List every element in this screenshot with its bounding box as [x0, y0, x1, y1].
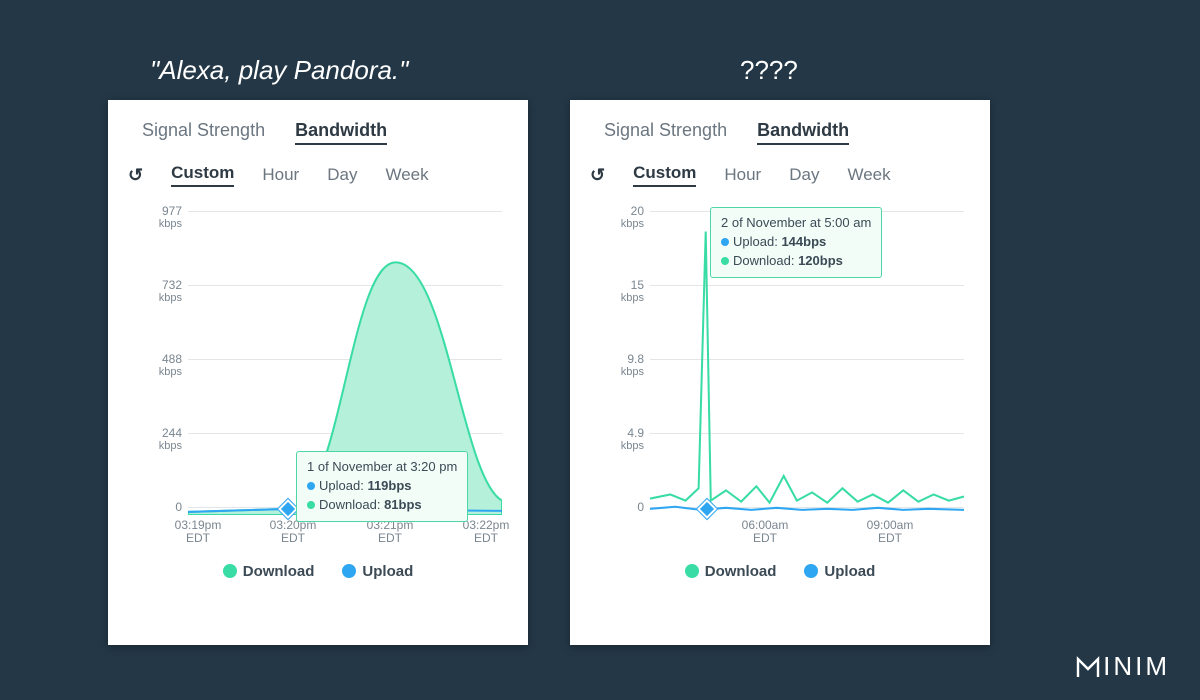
range-custom[interactable]: Custom	[633, 163, 696, 187]
bandwidth-card-left: Signal Strength Bandwidth ↺ Custom Hour …	[108, 100, 528, 645]
download-swatch-icon	[685, 564, 699, 578]
bandwidth-card-right: Signal Strength Bandwidth ↺ Custom Hour …	[570, 100, 990, 645]
legend-download[interactable]: Download	[223, 563, 315, 580]
caption-right: ????	[740, 55, 798, 86]
legend: Download Upload	[590, 563, 970, 580]
tooltip-time: 1 of November at 3:20 pm	[307, 458, 457, 477]
tooltip-upload-label: Upload:	[733, 234, 778, 249]
y-unit: kbps	[621, 440, 644, 452]
upload-swatch-icon	[804, 564, 818, 578]
legend-upload[interactable]: Upload	[342, 563, 413, 580]
brand-mark-icon	[1075, 654, 1101, 680]
y-tick: 20	[631, 204, 644, 218]
y-unit: kbps	[159, 218, 182, 230]
y-tick: 732	[162, 278, 182, 292]
range-day[interactable]: Day	[327, 165, 357, 185]
y-tick: 4.9	[627, 426, 644, 440]
metric-tabs: Signal Strength Bandwidth	[142, 120, 508, 145]
x-zone: EDT	[378, 531, 402, 545]
x-tick: 03:22pm	[463, 518, 510, 532]
y-tick: 244	[162, 426, 182, 440]
y-tick: 977	[162, 204, 182, 218]
y-unit: kbps	[159, 366, 182, 378]
tab-signal-strength[interactable]: Signal Strength	[142, 120, 265, 145]
tooltip-download-label: Download:	[319, 497, 380, 512]
tooltip-download-value: 120bps	[798, 253, 843, 268]
range-tabs: ↺ Custom Hour Day Week	[590, 163, 970, 187]
legend-download[interactable]: Download	[685, 563, 777, 580]
caption-left: "Alexa, play Pandora."	[150, 55, 408, 86]
y-tick: 0	[175, 500, 182, 514]
y-unit: kbps	[159, 440, 182, 452]
download-dot-icon	[721, 257, 729, 265]
x-tick: 06:00am	[742, 518, 789, 532]
tooltip-upload-label: Upload:	[319, 478, 364, 493]
y-tick: 0	[637, 500, 644, 514]
x-tick: 03:19pm	[175, 518, 222, 532]
metric-tabs: Signal Strength Bandwidth	[604, 120, 970, 145]
legend-upload[interactable]: Upload	[804, 563, 875, 580]
range-custom[interactable]: Custom	[171, 163, 234, 187]
range-hour[interactable]: Hour	[724, 165, 761, 185]
upload-swatch-icon	[342, 564, 356, 578]
tooltip-download-label: Download:	[733, 253, 794, 268]
range-hour[interactable]: Hour	[262, 165, 299, 185]
x-zone: EDT	[281, 531, 305, 545]
tooltip-download-value: 81bps	[384, 497, 422, 512]
tooltip-time: 2 of November at 5:00 am	[721, 214, 871, 233]
legend: Download Upload	[128, 563, 508, 580]
range-week[interactable]: Week	[385, 165, 428, 185]
download-dot-icon	[307, 501, 315, 509]
brand-logo: INIM	[1075, 651, 1170, 682]
x-zone: EDT	[753, 531, 777, 545]
upload-dot-icon	[721, 238, 729, 246]
range-day[interactable]: Day	[789, 165, 819, 185]
tooltip-upload-value: 144bps	[781, 234, 826, 249]
y-tick: 15	[631, 278, 644, 292]
x-zone: EDT	[186, 531, 210, 545]
y-unit: kbps	[621, 366, 644, 378]
brand-text: INIM	[1103, 651, 1170, 682]
legend-upload-label: Upload	[362, 563, 413, 580]
tooltip-upload-value: 119bps	[367, 478, 411, 493]
chart-right[interactable]: 20kbps 15kbps 9.8kbps 4.9kbps 0 06:00amE…	[590, 199, 970, 559]
tab-signal-strength[interactable]: Signal Strength	[604, 120, 727, 145]
tab-bandwidth[interactable]: Bandwidth	[757, 120, 849, 145]
legend-download-label: Download	[243, 563, 315, 580]
x-zone: EDT	[474, 531, 498, 545]
chart-left[interactable]: 977kbps 732kbps 488kbps 244kbps 0 03:19p…	[128, 199, 508, 559]
range-tabs: ↺ Custom Hour Day Week	[128, 163, 508, 187]
y-unit: kbps	[159, 292, 182, 304]
legend-download-label: Download	[705, 563, 777, 580]
legend-upload-label: Upload	[824, 563, 875, 580]
y-tick: 488	[162, 352, 182, 366]
tab-bandwidth[interactable]: Bandwidth	[295, 120, 387, 145]
undo-icon[interactable]: ↺	[590, 165, 605, 186]
x-tick: 09:00am	[867, 518, 914, 532]
undo-icon[interactable]: ↺	[128, 165, 143, 186]
chart-tooltip: 1 of November at 3:20 pm Upload: 119bps …	[296, 451, 468, 522]
chart-tooltip: 2 of November at 5:00 am Upload: 144bps …	[710, 207, 882, 278]
upload-dot-icon	[307, 482, 315, 490]
y-unit: kbps	[621, 218, 644, 230]
y-tick: 9.8	[627, 352, 644, 366]
download-swatch-icon	[223, 564, 237, 578]
y-unit: kbps	[621, 292, 644, 304]
range-week[interactable]: Week	[847, 165, 890, 185]
x-zone: EDT	[878, 531, 902, 545]
